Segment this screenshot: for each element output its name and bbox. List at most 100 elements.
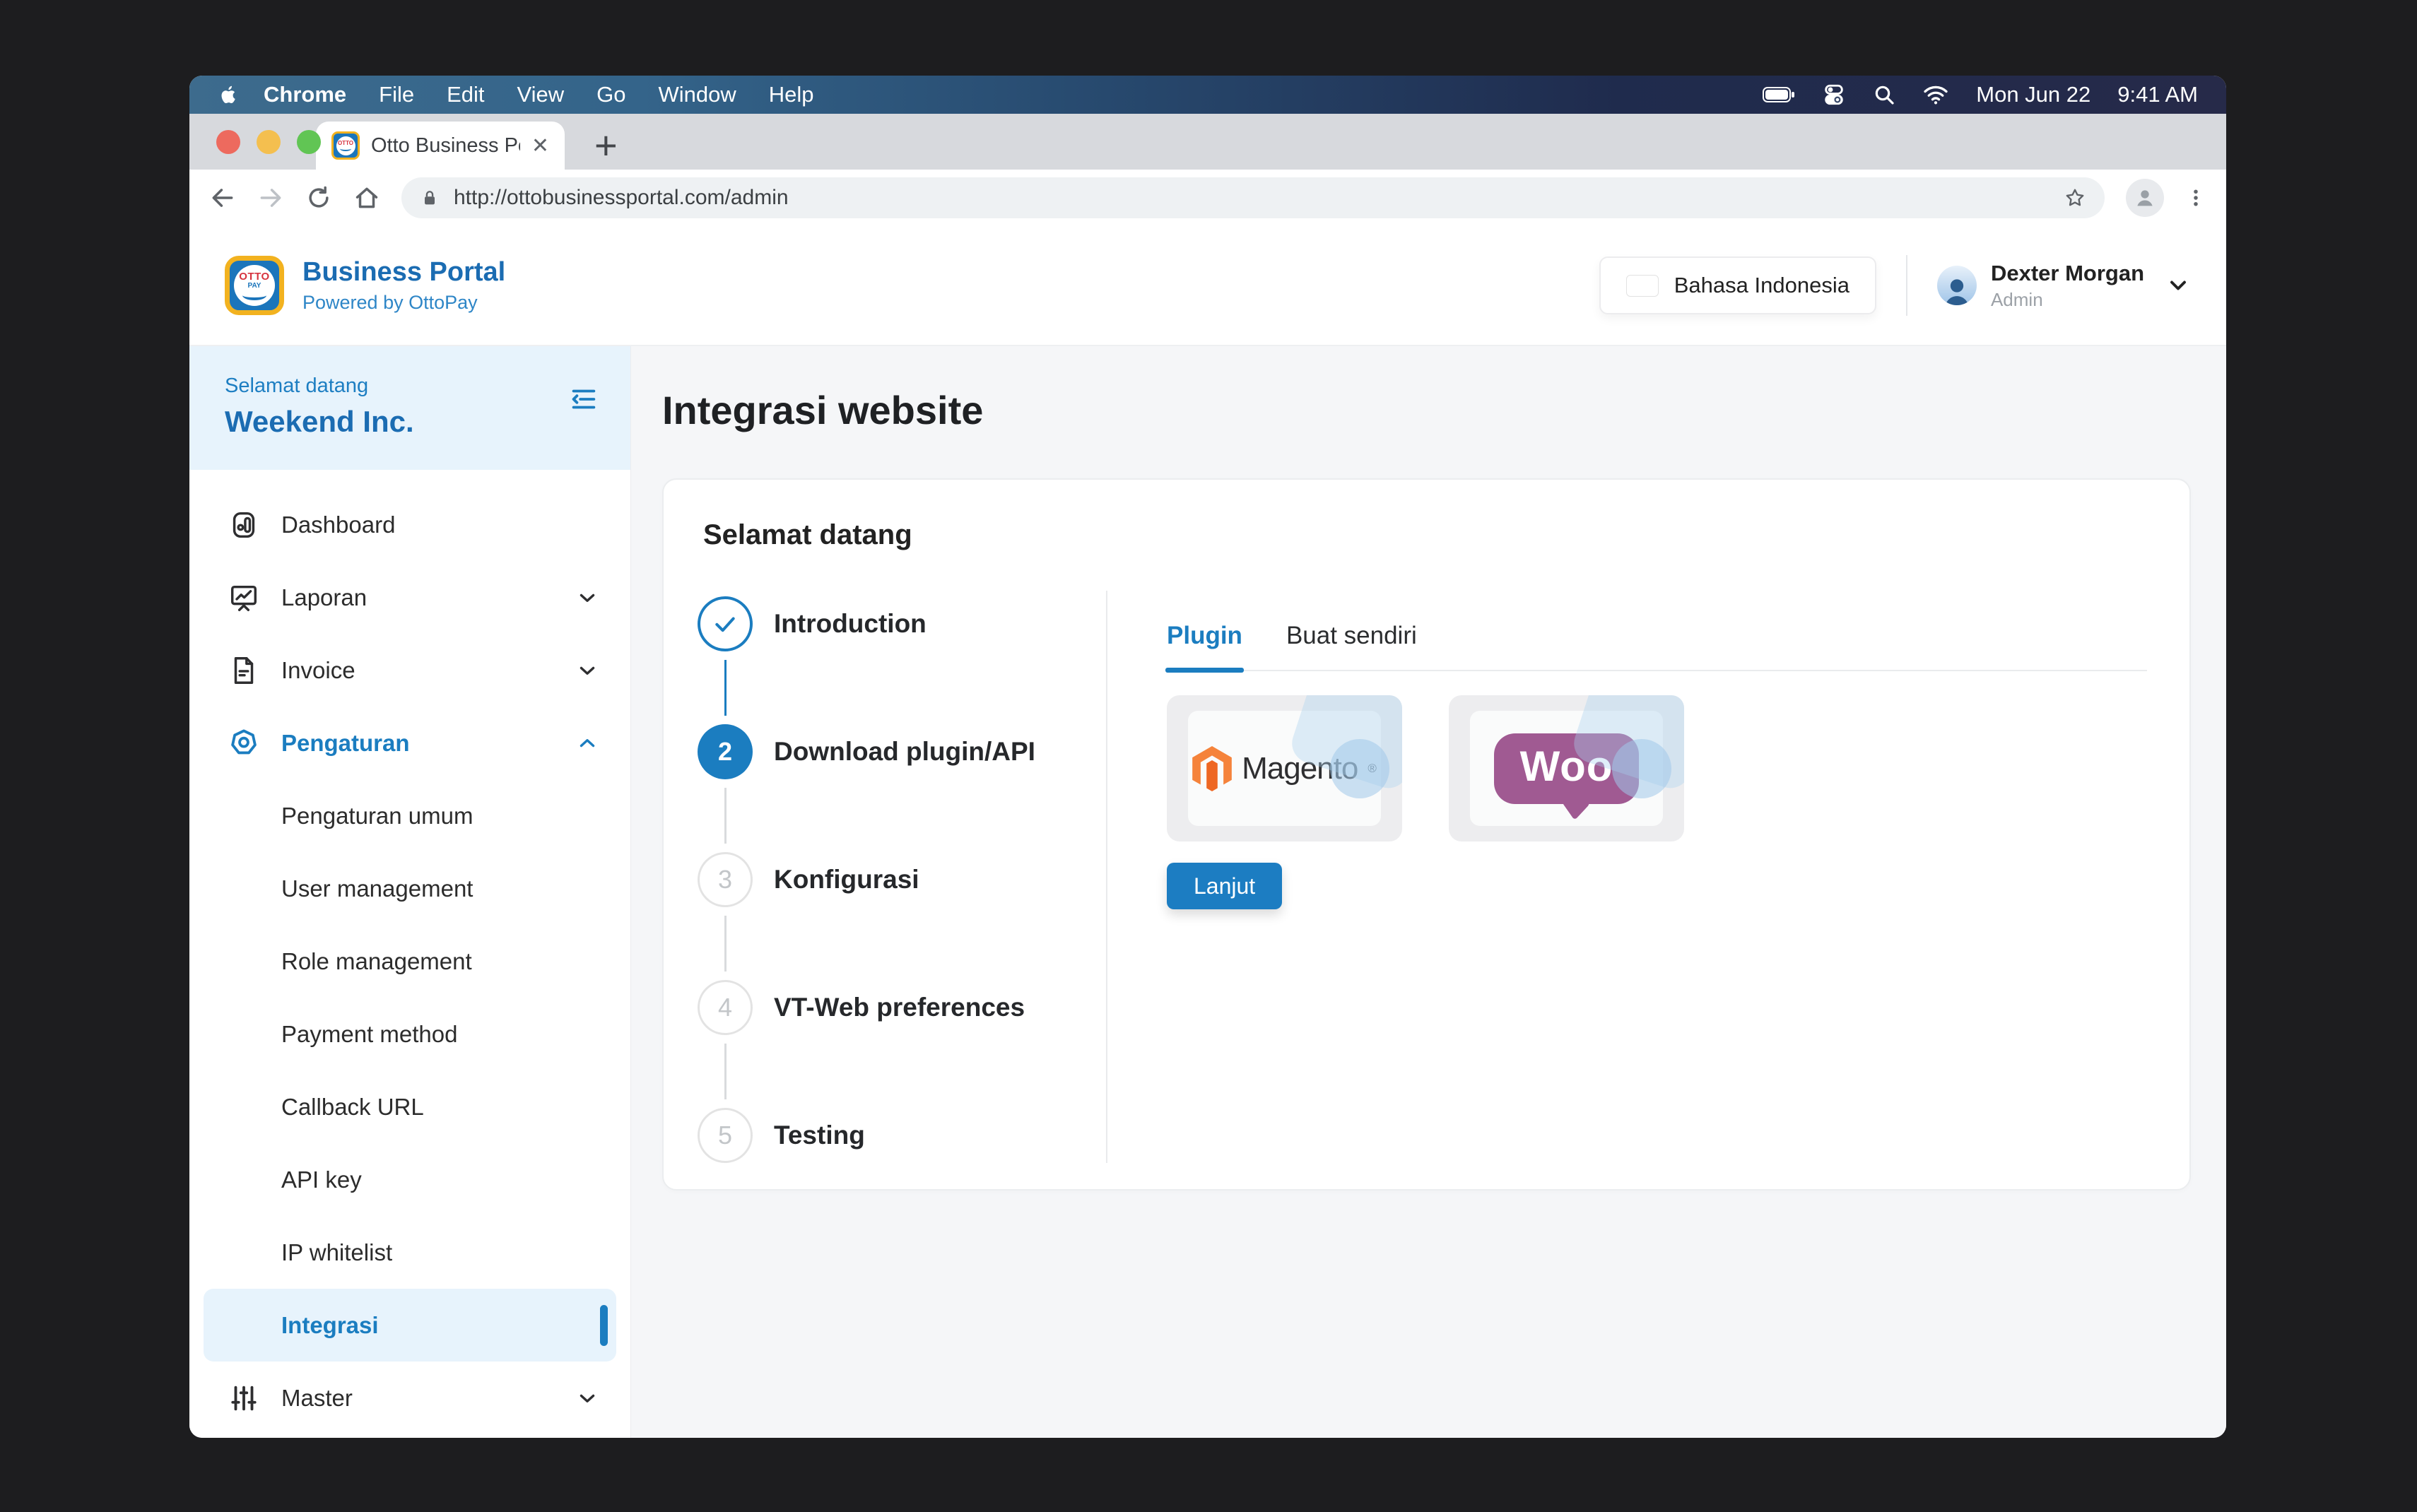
bookmark-star-icon[interactable]: [2064, 187, 2086, 209]
brand-subtitle: Powered by OttoPay: [302, 292, 505, 314]
menubar-item-view[interactable]: View: [501, 82, 581, 107]
sidebar-item-laporan[interactable]: Laporan: [189, 561, 630, 634]
minimize-window-button[interactable]: [257, 130, 281, 154]
step-download-plugin-api[interactable]: 2 Download plugin/API: [695, 687, 1106, 815]
sidebar-subitem-api-key[interactable]: API key: [189, 1143, 630, 1216]
menubar-item-window[interactable]: Window: [642, 82, 753, 107]
sidebar-item-label: Laporan: [281, 584, 367, 611]
logo-smile-arc: [242, 290, 266, 300]
step-label: Download plugin/API: [774, 737, 1035, 767]
subitem-label: Callback URL: [281, 1094, 424, 1121]
subitem-label: IP whitelist: [281, 1239, 392, 1266]
step-label: Testing: [774, 1121, 865, 1150]
reload-icon[interactable]: [305, 184, 332, 211]
browser-tabstrip: OTTO Otto Business Portal ✕ +: [189, 114, 2226, 170]
menubar-time[interactable]: 9:41 AM: [2117, 82, 2198, 107]
subitem-label: API key: [281, 1167, 362, 1193]
user-menu-chevron-down-icon[interactable]: [2165, 273, 2191, 298]
sidebar-subitem-pengaturan-umum[interactable]: Pengaturan umum: [189, 779, 630, 852]
language-selector-button[interactable]: Bahasa Indonesia: [1599, 256, 1876, 314]
wifi-icon[interactable]: [1922, 84, 1949, 105]
settings-icon: [228, 727, 260, 760]
brand-block: Business Portal Powered by OttoPay: [302, 257, 505, 314]
app-header: OTTO PAY Business Portal Powered by Otto…: [189, 226, 2226, 346]
back-icon[interactable]: [209, 184, 236, 211]
integration-card: Selamat datang Introduction 2 Download p…: [662, 478, 2191, 1191]
sidebar-item-dashboard[interactable]: Dashboard: [189, 488, 630, 561]
step-content: Plugin Buat sendiri: [1107, 577, 2147, 1176]
step-konfigurasi[interactable]: 3 Konfigurasi: [695, 815, 1106, 943]
sidebar-subitem-payment-method[interactable]: Payment method: [189, 998, 630, 1070]
browser-menu-icon[interactable]: [2185, 187, 2206, 208]
chevron-down-icon: [575, 658, 599, 683]
sidebar-subitem-role-management[interactable]: Role management: [189, 925, 630, 998]
sidebar-menu: Dashboard Laporan Invoice: [189, 470, 630, 1434]
macos-menubar: Chrome File Edit View Go Window Help Mon…: [189, 76, 2226, 114]
menubar-item-file[interactable]: File: [363, 82, 430, 107]
sidebar-subitem-user-management[interactable]: User management: [189, 852, 630, 925]
sidebar-subitem-ip-whitelist[interactable]: IP whitelist: [189, 1216, 630, 1289]
plugin-card-magento[interactable]: Magento ®: [1167, 695, 1402, 841]
zoom-window-button[interactable]: [297, 130, 321, 154]
sidebar-subitem-callback-url[interactable]: Callback URL: [189, 1070, 630, 1143]
menubar-item-edit[interactable]: Edit: [430, 82, 500, 107]
user-avatar[interactable]: [1937, 266, 1977, 305]
sidebar-item-master[interactable]: Master: [189, 1362, 630, 1434]
step-introduction[interactable]: Introduction: [695, 560, 1106, 687]
browser-tab[interactable]: OTTO Otto Business Portal ✕: [316, 122, 565, 170]
lock-icon[interactable]: [420, 188, 440, 208]
invoice-icon: [228, 654, 260, 687]
step-testing[interactable]: 5 Testing: [695, 1071, 1106, 1199]
window-controls: [216, 130, 321, 154]
menubar-item-chrome[interactable]: Chrome: [247, 82, 363, 107]
card-title: Selamat datang: [695, 519, 2147, 551]
step-number: 2: [698, 724, 753, 779]
ottopay-favicon: OTTO: [331, 131, 360, 160]
apple-menu-icon[interactable]: [218, 83, 240, 106]
menubar-item-help[interactable]: Help: [753, 82, 830, 107]
wizard-stepper: Introduction 2 Download plugin/API 3 Kon…: [695, 560, 1106, 1176]
subitem-label: Integrasi: [281, 1312, 379, 1339]
mac-screen: Chrome File Edit View Go Window Help Mon…: [189, 76, 2226, 1438]
logo-otto-text: OTTO: [239, 271, 269, 282]
address-bar[interactable]: http://ottobusinessportal.com/admin: [401, 177, 2105, 218]
user-role: Admin: [1991, 289, 2144, 311]
sidebar-subitem-integrasi[interactable]: Integrasi: [204, 1289, 616, 1362]
battery-icon[interactable]: [1763, 86, 1795, 103]
chevron-down-icon: [575, 1386, 599, 1410]
user-block[interactable]: Dexter Morgan Admin: [1991, 261, 2144, 311]
subitem-label: Role management: [281, 948, 472, 975]
sidebar-item-label: Dashboard: [281, 512, 395, 538]
card-decoration-circle: [1612, 739, 1671, 798]
user-name: Dexter Morgan: [1991, 261, 2144, 286]
plugin-card-woocommerce[interactable]: Woo: [1449, 695, 1684, 841]
menubar-date[interactable]: Mon Jun 22: [1976, 82, 2090, 107]
main-content: Integrasi website Selamat datang Introdu…: [630, 346, 2226, 1438]
language-label: Bahasa Indonesia: [1674, 273, 1849, 298]
forward-icon[interactable]: [257, 184, 284, 211]
chevron-down-icon: [575, 586, 599, 610]
step-check-icon: [698, 596, 753, 651]
collapse-sidebar-icon[interactable]: [567, 383, 599, 415]
control-center-icon[interactable]: [1822, 83, 1846, 107]
tab-close-icon[interactable]: ✕: [531, 134, 549, 158]
step-label: Introduction: [774, 609, 927, 639]
url-text: http://ottobusinessportal.com/admin: [454, 186, 2050, 210]
tab-buat-sendiri[interactable]: Buat sendiri: [1286, 622, 1417, 670]
browser-profile-icon[interactable]: [2126, 179, 2164, 217]
continue-button[interactable]: Lanjut: [1167, 863, 1282, 909]
sidebar-item-invoice[interactable]: Invoice: [189, 634, 630, 707]
sidebar-item-label: Pengaturan: [281, 730, 410, 757]
home-icon[interactable]: [353, 184, 380, 211]
spotlight-search-icon[interactable]: [1873, 83, 1895, 106]
step-number: 5: [698, 1108, 753, 1163]
step-label: VT-Web preferences: [774, 993, 1025, 1022]
sidebar-item-pengaturan[interactable]: Pengaturan: [189, 707, 630, 779]
tab-plugin[interactable]: Plugin: [1167, 622, 1242, 670]
close-window-button[interactable]: [216, 130, 240, 154]
step-vt-web-preferences[interactable]: 4 VT-Web preferences: [695, 943, 1106, 1071]
step-number: 4: [698, 980, 753, 1035]
new-tab-button[interactable]: +: [594, 126, 618, 165]
menubar-item-go[interactable]: Go: [580, 82, 642, 107]
card-decoration-circle: [1330, 739, 1389, 798]
